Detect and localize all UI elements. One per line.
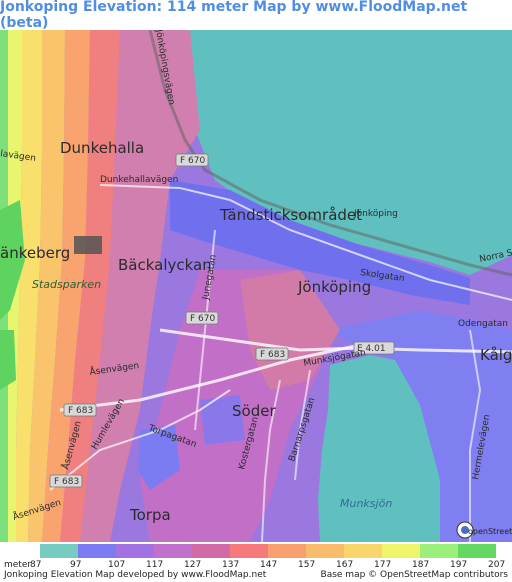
legend-color-bar	[40, 544, 496, 558]
map-title: Jonkoping Elevation: 114 meter Map by ww…	[0, 0, 468, 31]
sports-field	[74, 236, 102, 254]
svg-text:F 670: F 670	[190, 314, 215, 324]
legend-tick-label: 107	[108, 560, 126, 570]
legend-swatch	[230, 544, 268, 558]
footer: Jonkoping Elevation Map developed by www…	[4, 570, 508, 582]
shield-f670-center: F 670	[185, 311, 219, 325]
svg-text:F 683: F 683	[54, 477, 79, 487]
legend-tick-label: 117	[146, 560, 164, 570]
place-jonkoping: Jönköping	[297, 278, 371, 296]
place-tandsticksomradet: Tändsticksområdet	[219, 206, 362, 224]
legend-tick-label: 127	[184, 560, 202, 570]
svg-text:F 670: F 670	[180, 156, 205, 166]
legend-swatch	[344, 544, 382, 558]
legend-tick-label: 137	[222, 560, 240, 570]
shield-f683-south: F 683	[49, 474, 83, 488]
legend-tick-label: 167	[336, 560, 354, 570]
shield-f670-north: F 670	[175, 153, 209, 167]
legend-swatch	[458, 544, 496, 558]
legend-tick-label: 87	[30, 560, 42, 570]
park-stadsparken: Stadsparken	[32, 278, 101, 291]
legend-swatch	[116, 544, 154, 558]
elevation-map[interactable]: F 670 F 670 F 683 F 683 F 683 E 4.01 Dun…	[0, 30, 512, 542]
map-canvas[interactable]: F 670 F 670 F 683 F 683 F 683 E 4.01 Dun…	[0, 30, 512, 542]
legend-tick-label: 97	[70, 560, 82, 570]
shield-f683-west: F 683	[63, 403, 97, 417]
legend-unit-label: meter	[4, 560, 32, 570]
legend-swatch	[154, 544, 192, 558]
svg-text:F 683: F 683	[260, 350, 285, 360]
legend-tick-label: 147	[260, 560, 278, 570]
shield-f683-center: F 683	[255, 347, 289, 361]
legend-tick-label: 157	[298, 560, 316, 570]
place-torpa: Torpa	[129, 506, 171, 524]
place-ankeberg: änkeberg	[0, 244, 70, 262]
legend-swatch	[192, 544, 230, 558]
legend-swatch	[306, 544, 344, 558]
legend-tick-label: 187	[412, 560, 430, 570]
footer-credit-right: Base map © OpenStreetMap contributors	[320, 570, 508, 580]
high-ground-patch-2	[0, 330, 16, 390]
place-jonkoping-small: Jönköping	[353, 209, 398, 219]
road-label-dunkehallavagen: Dunkehallavägen	[100, 175, 178, 185]
svg-text:F 683: F 683	[68, 406, 93, 416]
svg-text:openStreetMap: openStreetMap	[468, 527, 512, 536]
water-munksjon: Munksjön	[340, 497, 392, 510]
legend-swatch	[268, 544, 306, 558]
road-label-odengatan: Odengatan	[458, 319, 508, 329]
legend-swatch	[78, 544, 116, 558]
footer-credit-left: Jonkoping Elevation Map developed by www…	[4, 570, 267, 580]
legend-tick-label: 207	[488, 560, 506, 570]
legend-tick-label: 177	[374, 560, 392, 570]
place-backalyckan: Bäckalyckan	[118, 256, 212, 274]
legend-swatch	[382, 544, 420, 558]
place-kalg: Kålg	[480, 346, 512, 364]
legend-swatch	[40, 544, 78, 558]
place-dunkehalla: Dunkehalla	[60, 139, 144, 157]
legend-swatch	[420, 544, 458, 558]
legend-tick-label: 197	[450, 560, 468, 570]
title-bar: Jonkoping Elevation: 114 meter Map by ww…	[0, 0, 512, 31]
